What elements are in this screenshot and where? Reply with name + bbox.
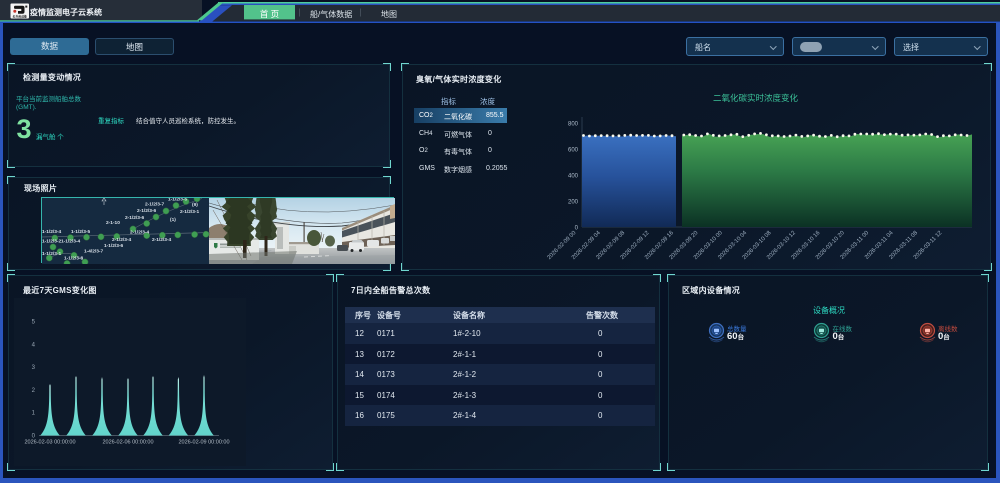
svg-text:2-1/2/3-1: 2-1/2/3-1 <box>180 209 200 215</box>
svg-text:2026-02-06 00:00:00: 2026-02-06 00:00:00 <box>102 440 153 446</box>
svg-text:2-1/2/3-4: 2-1/2/3-4 <box>130 230 150 236</box>
svg-text:2-1/2/3-6: 2-1/2/3-6 <box>125 215 145 221</box>
svg-text:2-1/2/3-4: 2-1/2/3-4 <box>112 237 132 243</box>
svg-text:1-1/2/3-6: 1-1/2/3-6 <box>104 243 124 249</box>
svg-text:0: 0 <box>575 226 579 232</box>
svg-text:1-1/2/3-8: 1-1/2/3-8 <box>64 256 84 262</box>
svg-text:2026-02-09 00:00:00: 2026-02-09 00:00:00 <box>178 440 229 446</box>
svg-text:1-1/2/3-2: 1-1/2/3-2 <box>42 239 62 245</box>
svg-text:1-1/2/3-4: 1-1/2/3-4 <box>42 229 62 235</box>
svg-text:2-1/2/3-4: 2-1/2/3-4 <box>152 237 172 243</box>
svg-text:(9): (9) <box>192 202 198 208</box>
svg-text:400: 400 <box>568 174 579 180</box>
svg-text:2-1-10: 2-1-10 <box>106 220 120 226</box>
svg-text:600: 600 <box>568 148 579 154</box>
svg-text:1-1/2/3-1: 1-1/2/3-1 <box>42 251 62 257</box>
svg-text:红外热成像: 红外热成像 <box>13 14 27 18</box>
svg-text:1-1/2/3-4: 1-1/2/3-4 <box>61 239 81 245</box>
svg-text:2-1/2/3-6: 2-1/2/3-6 <box>137 208 157 214</box>
svg-text:800: 800 <box>568 122 579 128</box>
svg-text:2026-02-03 00:00:00: 2026-02-03 00:00:00 <box>24 440 75 446</box>
svg-text:1-1/2/3-5: 1-1/2/3-5 <box>168 198 188 203</box>
svg-text:1-1/2/3-5: 1-1/2/3-5 <box>71 229 91 235</box>
svg-text:200: 200 <box>568 200 579 206</box>
svg-text:1-4/2/3-7: 1-4/2/3-7 <box>84 249 104 255</box>
svg-text:2-1/2/3-7: 2-1/2/3-7 <box>145 202 165 208</box>
svg-text:(1): (1) <box>170 217 176 223</box>
